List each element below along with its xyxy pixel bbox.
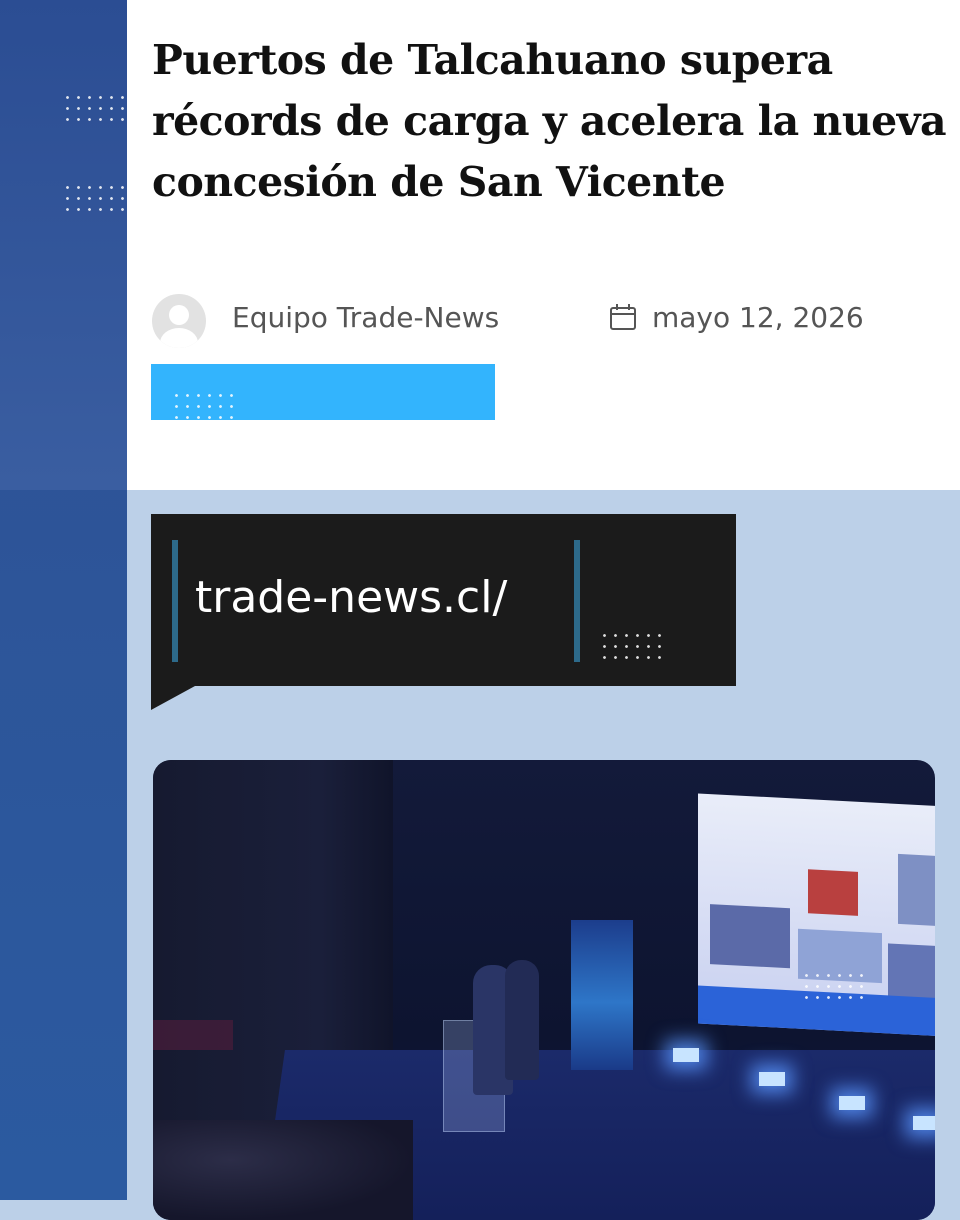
accent-bar [151, 364, 495, 422]
url-right-bar [574, 540, 580, 662]
photo-audience [153, 1120, 413, 1220]
url-left-bar [172, 540, 178, 662]
article-photo[interactable] [153, 760, 935, 1220]
calendar-icon [610, 304, 636, 330]
url-callout: trade-news.cl/ [151, 514, 736, 686]
site-url[interactable]: trade-news.cl/ [195, 572, 507, 623]
photo-roll-up-banner [571, 920, 633, 1070]
publish-date: mayo 12, 2026 [652, 301, 864, 334]
dot-pattern-callout [599, 630, 665, 664]
article-header: Puertos de Talcahuano supera récords de … [127, 0, 960, 490]
author-name[interactable]: Equipo Trade-News [232, 301, 499, 334]
dot-pattern-accent [171, 390, 237, 422]
photo-second-person [505, 960, 539, 1080]
callout-tail [151, 686, 195, 710]
article-meta: Equipo Trade-News mayo 12, 2026 [152, 292, 942, 348]
stage-light-2 [759, 1072, 785, 1086]
left-decorative-band [0, 0, 128, 1200]
article-headline: Puertos de Talcahuano supera récords de … [152, 36, 947, 206]
stage-light-3 [839, 1096, 865, 1110]
left-band-upper [0, 0, 127, 490]
author-avatar-icon[interactable] [152, 294, 206, 348]
photo-curtain-accent [153, 1020, 233, 1050]
dot-pattern-top [62, 92, 128, 126]
stage-light-4 [913, 1116, 935, 1130]
dot-pattern-middle [62, 182, 128, 216]
stage-light-1 [673, 1048, 699, 1062]
dot-pattern-photo [801, 970, 867, 1004]
